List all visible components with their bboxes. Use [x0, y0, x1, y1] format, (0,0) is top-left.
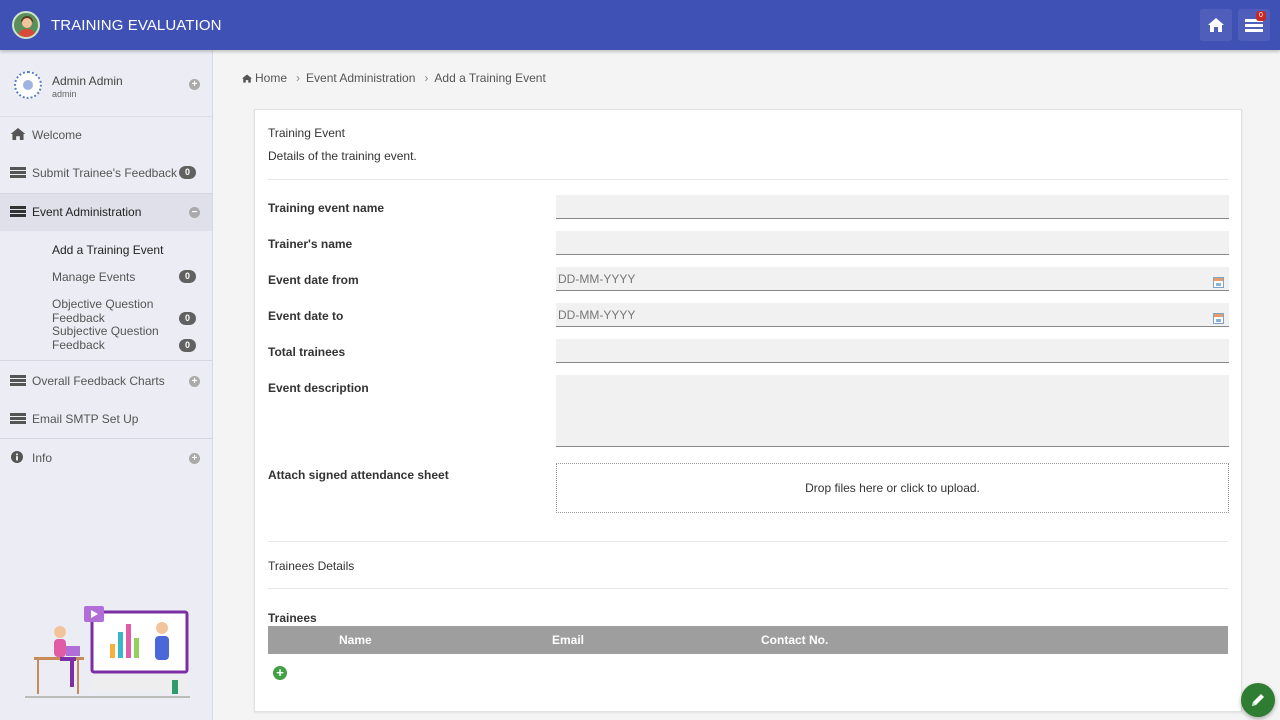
column-header-email: Email [552, 633, 585, 647]
chevron-right-icon: › [424, 71, 429, 85]
event-description-textarea[interactable] [556, 375, 1229, 447]
field-label: Event date from [268, 273, 359, 287]
trainer-name-input[interactable] [556, 231, 1229, 255]
field-label: Trainer's name [268, 237, 353, 251]
trainees-label: Trainees [268, 611, 317, 625]
sidebar-subitem-subjective-feedback[interactable]: Subjective Question Feedback [52, 324, 162, 352]
trainees-section-title: Trainees Details [268, 559, 355, 573]
training-event-name-input[interactable] [556, 195, 1229, 219]
user-expand-icon[interactable]: + [189, 79, 200, 90]
app-title: TRAINING EVALUATION [51, 16, 222, 34]
pencil-icon [1252, 694, 1264, 706]
field-label: Total trainees [268, 345, 346, 359]
sidebar-divider [0, 438, 212, 439]
sidebar-item-welcome[interactable]: Welcome [0, 128, 212, 142]
sidebar-item-label: Submit Trainee's Feedback [32, 166, 178, 180]
collapse-icon[interactable]: − [189, 207, 200, 218]
expand-icon[interactable]: + [189, 453, 200, 464]
dropzone-text: Drop files here or click to upload. [805, 481, 980, 495]
sidebar-item-label: Welcome [32, 128, 82, 142]
notification-badge: 0 [1256, 11, 1266, 21]
list-icon [10, 413, 26, 425]
sidebar-item-info[interactable]: Info + [0, 451, 212, 465]
sidebar-divider [0, 360, 212, 361]
app-logo [12, 11, 40, 39]
sidebar-item-email-smtp[interactable]: Email SMTP Set Up [0, 412, 212, 426]
field-label: Event description [268, 381, 369, 395]
column-header-name: Name [339, 633, 372, 647]
sidebar-subitem-add-training-event[interactable]: Add a Training Event [52, 243, 163, 257]
event-date-from-input[interactable] [556, 267, 1229, 291]
user-role: admin [52, 89, 77, 99]
sidebar-item-event-administration[interactable]: Event Administration − [0, 205, 212, 219]
attendance-sheet-dropzone[interactable]: Drop files here or click to upload. [556, 463, 1229, 513]
divider [268, 179, 1228, 180]
list-icon [10, 206, 26, 218]
breadcrumb: Home › Event Administration › Add a Trai… [242, 71, 546, 85]
sidebar: Admin Admin admin + Welcome Submit Train… [0, 50, 213, 720]
breadcrumb-current: Add a Training Event [434, 71, 546, 85]
divider [268, 541, 1228, 542]
list-icon [10, 167, 26, 179]
count-badge: 0 [179, 339, 196, 352]
sidebar-item-label: Info [32, 451, 53, 465]
edit-fab-button[interactable] [1241, 683, 1275, 717]
list-icon [10, 375, 26, 387]
avatar [14, 71, 42, 99]
sidebar-item-label: Event Administration [32, 205, 142, 219]
breadcrumb-home[interactable]: Home [255, 71, 287, 85]
training-event-form: Training Event Details of the training e… [254, 109, 1242, 712]
section-subtitle: Details of the training event. [268, 149, 417, 163]
breadcrumb-event-administration[interactable]: Event Administration [306, 71, 415, 85]
sidebar-subitem-objective-feedback[interactable]: Objective Question Feedback [52, 297, 192, 325]
field-label: Attach signed attendance sheet [268, 468, 449, 482]
home-icon [10, 128, 26, 140]
top-app-bar: TRAINING EVALUATION 0 [0, 0, 1280, 50]
count-badge: 0 [179, 270, 196, 283]
chevron-right-icon: › [296, 71, 301, 85]
sidebar-item-label: Email SMTP Set Up [32, 412, 139, 426]
home-icon [1208, 18, 1224, 32]
divider [268, 588, 1228, 589]
expand-icon[interactable]: + [189, 376, 200, 387]
count-badge: 0 [179, 312, 196, 325]
notifications-button[interactable]: 0 [1238, 9, 1270, 41]
event-date-to-input[interactable] [556, 303, 1229, 327]
section-title: Training Event [268, 126, 345, 140]
calendar-icon[interactable] [1213, 313, 1224, 324]
count-badge: 0 [179, 166, 196, 179]
sidebar-item-label: Overall Feedback Charts [32, 374, 165, 388]
user-panel: Admin Admin admin + [0, 50, 212, 117]
user-name: Admin Admin [52, 74, 123, 88]
training-illustration [25, 606, 190, 698]
field-label: Event date to [268, 309, 344, 323]
sidebar-subitem-manage-events[interactable]: Manage Events [52, 270, 135, 284]
trainees-table-header: Name Email Contact No. [268, 626, 1228, 654]
field-label: Training event name [268, 201, 385, 215]
sidebar-item-submit-feedback[interactable]: Submit Trainee's Feedback 0 [0, 166, 212, 180]
home-icon [242, 73, 252, 83]
total-trainees-input[interactable] [556, 339, 1229, 363]
sidebar-item-feedback-charts[interactable]: Overall Feedback Charts + [0, 374, 212, 388]
add-trainee-button[interactable]: + [273, 666, 287, 680]
home-button[interactable] [1200, 9, 1232, 41]
calendar-icon[interactable] [1213, 277, 1224, 288]
info-icon [11, 451, 23, 463]
column-header-contact: Contact No. [761, 633, 829, 647]
